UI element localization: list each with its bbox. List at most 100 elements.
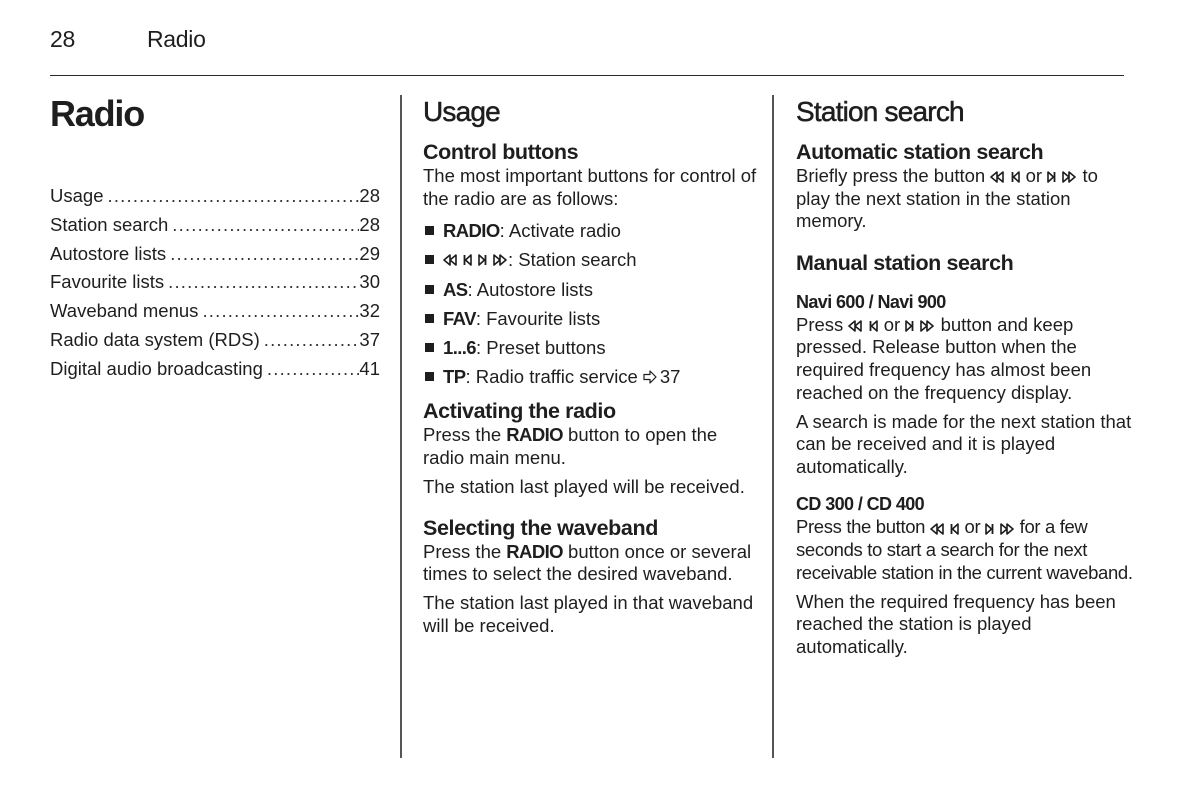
- header-rule: [50, 75, 1124, 76]
- toc-page[interactable]: 28: [359, 211, 380, 240]
- navi-paragraph-2: A search is made for the next station th…: [796, 410, 1132, 477]
- toc-leader-dots: [164, 268, 359, 297]
- skip-previous-icon: [463, 254, 473, 266]
- fast-forward-icon: [1062, 171, 1077, 183]
- automatic-search-paragraph: Briefly press the button or to play the …: [796, 165, 1098, 232]
- toc-page[interactable]: 29: [359, 240, 380, 269]
- section-title-usage: Usage: [423, 96, 501, 128]
- toc-entry-rds[interactable]: Radio data system (RDS) 37: [50, 326, 380, 355]
- toc-entry-station-search[interactable]: Station search 28: [50, 211, 380, 240]
- button-key: RADIO: [506, 424, 563, 446]
- toc-leader-dots: [263, 355, 360, 384]
- cd-paragraph-1: Press the button or for a few seconds to…: [796, 516, 1133, 583]
- toc-label[interactable]: Station search: [50, 211, 168, 240]
- skip-next-icon: [1047, 171, 1057, 184]
- button-key: RADIO: [506, 540, 563, 562]
- button-description: : Favourite lists: [475, 307, 601, 329]
- toc-label[interactable]: Radio data system (RDS): [50, 326, 260, 355]
- list-item: 1...6 : Preset buttons: [423, 333, 758, 362]
- skip-next-icon: [478, 254, 488, 266]
- toc-leader-dots: [166, 240, 359, 269]
- toc-page[interactable]: 28: [359, 182, 380, 211]
- fast-rewind-icon: [930, 522, 945, 535]
- station-search-column: Station search Automatic station search …: [796, 92, 1136, 659]
- heading-navi-600-900: Navi 600 / Navi 900: [796, 291, 946, 312]
- toc-entry-dab[interactable]: Digital audio broadcasting 41: [50, 355, 380, 384]
- toc-page[interactable]: 32: [359, 297, 380, 326]
- button-key: FAV: [443, 307, 476, 329]
- heading-control-buttons: Control buttons: [423, 140, 579, 164]
- waveband-paragraph-2: The station last played in that waveband…: [423, 592, 754, 636]
- bullet-icon: [425, 343, 434, 353]
- page-reference-arrow-icon: [643, 370, 657, 384]
- button-description: : Autostore lists: [467, 278, 593, 300]
- bullet-icon: [425, 255, 434, 265]
- toc-entry-autostore-lists[interactable]: Autostore lists 29: [50, 240, 380, 269]
- page-reference-link[interactable]: 37: [660, 362, 681, 391]
- heading-selecting-waveband: Selecting the waveband: [423, 515, 658, 540]
- heading-activating-radio: Activating the radio: [423, 399, 616, 424]
- fast-forward-icon: [493, 254, 508, 266]
- heading-cd-300-400: CD 300 / CD 400: [796, 494, 925, 515]
- skip-previous-icon: [869, 319, 879, 332]
- fast-rewind-icon: [443, 254, 458, 266]
- toc-leader-dots: [103, 182, 359, 211]
- toc-page[interactable]: 37: [359, 326, 380, 355]
- heading-manual-station-search: Manual station search: [796, 250, 1014, 275]
- control-buttons-intro: The most important buttons for control o…: [423, 165, 757, 209]
- list-item: RADIO : Activate radio: [423, 216, 758, 245]
- button-description: : Station search: [508, 249, 637, 271]
- toc-page[interactable]: 41: [359, 355, 380, 384]
- cd-paragraph-2: When the required frequency has been rea…: [796, 590, 1116, 657]
- usage-column: Usage Control buttons The most important…: [423, 92, 758, 638]
- column-divider: [772, 95, 774, 758]
- skip-previous-icon: [1011, 171, 1021, 184]
- waveband-paragraph-1: Press the RADIO button once or several t…: [423, 540, 752, 585]
- button-key: TP: [443, 366, 466, 388]
- toc-label[interactable]: Favourite lists: [50, 268, 164, 297]
- bullet-icon: [425, 313, 434, 323]
- bullet-icon: [425, 372, 434, 382]
- toc-leader-dots: [168, 211, 359, 240]
- toc-label[interactable]: Usage: [50, 182, 103, 211]
- running-section-name: Radio: [147, 26, 206, 52]
- bullet-icon: [425, 226, 434, 236]
- section-title-station-search: Station search: [796, 96, 965, 128]
- fast-forward-icon: [1000, 522, 1015, 535]
- toc-entry-usage[interactable]: Usage 28: [50, 182, 380, 211]
- button-key: AS: [443, 278, 468, 300]
- toc-label[interactable]: Autostore lists: [50, 240, 166, 269]
- chapter-column: Radio Usage 28 Station search 28 Autosto…: [50, 92, 380, 400]
- toc-leader-dots: [198, 297, 359, 326]
- toc-entry-waveband-menus[interactable]: Waveband menus 32: [50, 297, 380, 326]
- fast-rewind-icon: [848, 320, 863, 332]
- heading-automatic-station-search: Automatic station search: [796, 140, 1044, 164]
- toc-leader-dots: [260, 326, 360, 355]
- toc-page[interactable]: 30: [359, 268, 380, 297]
- page-number: 28: [50, 26, 75, 52]
- button-description: : Activate radio: [499, 220, 621, 242]
- fast-rewind-icon: [990, 171, 1005, 183]
- toc-entry-favourite-lists[interactable]: Favourite lists 30: [50, 268, 380, 297]
- button-key: RADIO: [443, 220, 500, 242]
- chapter-title: Radio: [50, 93, 145, 134]
- column-divider: [400, 95, 402, 758]
- control-buttons-list: RADIO : Activate radio : Station search …: [423, 216, 758, 391]
- table-of-contents: Usage 28 Station search 28 Autostore lis…: [50, 182, 380, 384]
- skip-next-icon: [985, 522, 995, 535]
- list-item: AS : Autostore lists: [423, 275, 758, 304]
- list-item: : Station search: [423, 245, 758, 274]
- skip-previous-icon: [950, 522, 960, 535]
- bullet-icon: [425, 284, 434, 294]
- fast-forward-icon: [920, 320, 935, 332]
- toc-label[interactable]: Waveband menus: [50, 297, 198, 326]
- skip-next-icon: [905, 319, 915, 332]
- list-item: TP : Radio traffic service 37: [423, 362, 758, 391]
- list-item: FAV : Favourite lists: [423, 304, 758, 333]
- button-description: : Radio traffic service: [465, 366, 638, 388]
- toc-label[interactable]: Digital audio broadcasting: [50, 355, 263, 384]
- button-description: : Preset buttons: [476, 337, 606, 358]
- activating-paragraph-1: Press the RADIO button to open the radio…: [423, 424, 718, 468]
- activating-paragraph-2: The station last played will be received…: [423, 476, 745, 498]
- navi-paragraph-1: Press or button and keep pressed. Releas…: [796, 313, 1092, 403]
